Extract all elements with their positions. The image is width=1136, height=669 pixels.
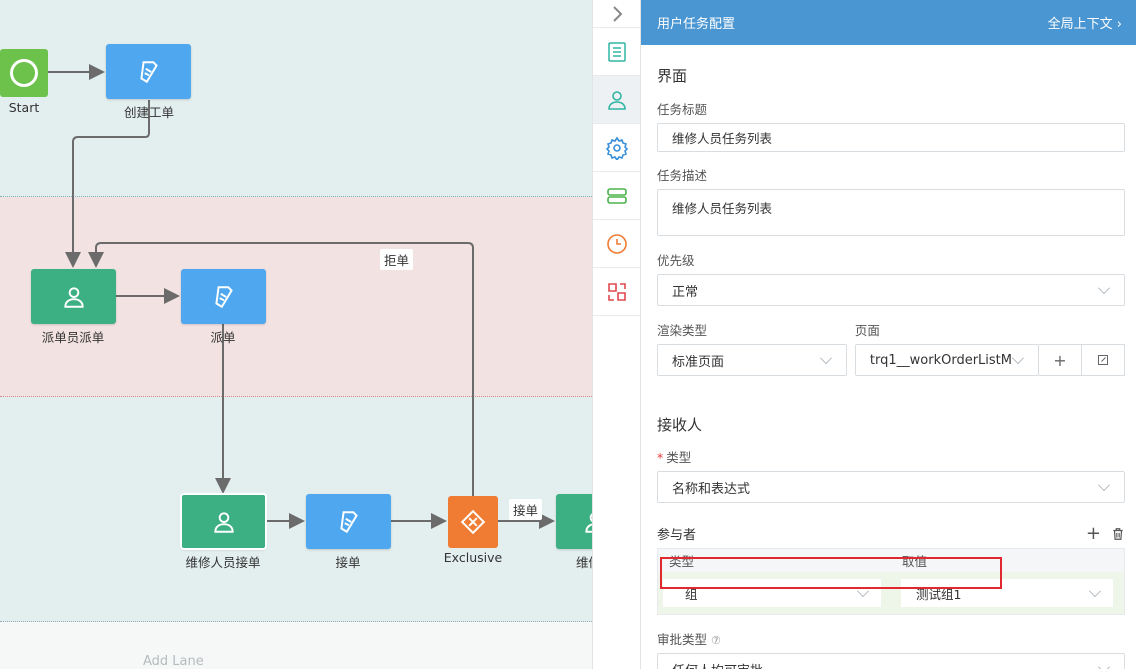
process-canvas[interactable]: Add Lane Start 创建工单 派单员派单 派单 维修人员接单 接单 E… xyxy=(0,0,592,669)
receiver-type-select[interactable]: 名称和表达式 xyxy=(657,471,1125,503)
participant-value: 测试组1 xyxy=(916,586,962,602)
task-repair-partial[interactable] xyxy=(556,494,592,549)
tab-data[interactable] xyxy=(593,172,640,220)
task-create-order-label: 创建工单 xyxy=(123,105,175,120)
task-repair-receive[interactable] xyxy=(180,493,267,550)
approval-type-label: 审批类型 ⑦ xyxy=(657,632,721,647)
swimlane-3[interactable] xyxy=(0,397,592,622)
chevron-down-icon xyxy=(819,351,832,364)
page-select[interactable]: trq1__workOrderListM xyxy=(854,344,1039,376)
start-label: Start xyxy=(8,100,40,115)
flow-label-accept[interactable]: 接单 xyxy=(509,499,543,520)
page-value: trq1__workOrderListM xyxy=(869,352,1012,368)
task-title-input[interactable]: 维修人员任务列表 xyxy=(657,123,1125,152)
global-context-link[interactable]: 全局上下文 › xyxy=(1048,13,1122,32)
user-icon xyxy=(213,511,234,533)
task-repair-receive-label: 维修人员接单 xyxy=(185,555,261,570)
priority-label: 优先级 xyxy=(657,253,695,268)
chevron-down-icon xyxy=(1098,478,1110,491)
participants-table: 类型 取值 组 测试组1 xyxy=(657,548,1125,615)
task-repair-partial-label: 维修人 xyxy=(576,555,592,570)
chevron-down-icon xyxy=(857,584,869,597)
chevron-right-icon xyxy=(612,5,622,22)
server-icon xyxy=(606,187,627,204)
participant-value-select[interactable]: 测试组1 xyxy=(901,579,1113,607)
list-icon xyxy=(607,41,626,62)
task-dispatcher-label: 派单员派单 xyxy=(41,330,105,345)
help-icon: ⑦ xyxy=(711,634,721,647)
script-icon xyxy=(214,285,233,308)
trash-icon[interactable] xyxy=(1111,527,1125,541)
priority-value: 正常 xyxy=(672,284,699,300)
render-type-label: 渲染类型 xyxy=(657,323,708,338)
chevron-down-icon xyxy=(1098,281,1110,294)
task-create-order[interactable] xyxy=(106,44,191,99)
chevron-down-icon xyxy=(1012,351,1024,364)
add-page-button[interactable]: + xyxy=(1039,344,1082,376)
participant-type-value: 组 xyxy=(685,586,698,602)
chevron-down-icon xyxy=(1089,584,1101,597)
task-receive-label: 接单 xyxy=(335,555,361,570)
receiver-type-value: 名称和表达式 xyxy=(672,481,751,497)
gear-icon xyxy=(605,136,628,160)
tab-timer[interactable] xyxy=(593,220,640,268)
circle-icon xyxy=(10,59,38,87)
add-lane-button[interactable]: Add Lane xyxy=(143,654,204,669)
script-icon xyxy=(139,60,158,83)
properties-panel: 用户任务配置 全局上下文 › 界面 任务标题 维修人员任务列表 任务描述 维修人… xyxy=(641,0,1136,669)
edit-icon xyxy=(1098,355,1108,365)
task-desc-label: 任务描述 xyxy=(657,168,708,183)
property-tabs-rail xyxy=(592,0,641,669)
swimlane-1[interactable] xyxy=(0,0,592,197)
add-lane-area[interactable] xyxy=(0,622,592,669)
panel-title: 用户任务配置 xyxy=(657,17,736,32)
task-title-label: 任务标题 xyxy=(657,102,708,117)
user-icon xyxy=(607,90,626,110)
add-participant-button[interactable]: + xyxy=(1086,523,1101,544)
approval-type-value: 任何人均可审批 xyxy=(672,660,763,669)
section-receiver-title: 接收人 xyxy=(657,416,703,434)
panel-header: 用户任务配置 全局上下文 › xyxy=(641,0,1136,45)
start-event[interactable] xyxy=(0,49,48,97)
task-desc-value: 维修人员任务列表 xyxy=(672,201,773,216)
participant-type-select[interactable]: 组 xyxy=(663,579,881,607)
edit-page-button[interactable] xyxy=(1082,344,1125,376)
collapse-panel-button[interactable] xyxy=(593,0,640,28)
tab-user-config[interactable] xyxy=(593,76,640,124)
task-desc-textarea[interactable]: 维修人员任务列表 xyxy=(657,189,1125,236)
participants-label: 参与者 xyxy=(657,528,697,543)
user-icon xyxy=(585,512,592,533)
page-label: 页面 xyxy=(854,323,880,338)
approval-type-select[interactable]: 任何人均可审批 xyxy=(657,653,1125,669)
clock-icon xyxy=(606,233,627,254)
section-ui-title: 界面 xyxy=(657,67,688,85)
col-type: 类型 xyxy=(669,554,695,569)
tab-settings[interactable] xyxy=(593,124,640,172)
user-icon xyxy=(63,286,84,308)
task-dispatcher[interactable] xyxy=(31,269,116,324)
tab-events[interactable] xyxy=(593,268,640,316)
task-dispatch-label: 派单 xyxy=(210,330,236,345)
render-type-select[interactable]: 标准页面 xyxy=(657,344,847,376)
flow-label-reject[interactable]: 拒单 xyxy=(380,249,414,270)
chevron-down-icon xyxy=(1098,660,1110,669)
render-type-value: 标准页面 xyxy=(672,354,725,370)
plus-icon: + xyxy=(1053,350,1067,370)
task-receive[interactable] xyxy=(306,494,391,549)
gateway-x-icon xyxy=(460,509,486,535)
script-icon xyxy=(339,510,358,533)
table-row: 组 测试组1 xyxy=(658,572,1124,614)
col-value: 取值 xyxy=(902,554,928,569)
exclusive-gateway[interactable] xyxy=(448,496,498,548)
exclusive-gateway-label: Exclusive xyxy=(443,550,503,565)
task-dispatch[interactable] xyxy=(181,269,266,324)
receiver-type-label: * 类型 xyxy=(657,450,692,465)
refresh-icon xyxy=(607,282,626,301)
tab-general[interactable] xyxy=(593,28,640,76)
priority-select[interactable]: 正常 xyxy=(657,274,1125,306)
